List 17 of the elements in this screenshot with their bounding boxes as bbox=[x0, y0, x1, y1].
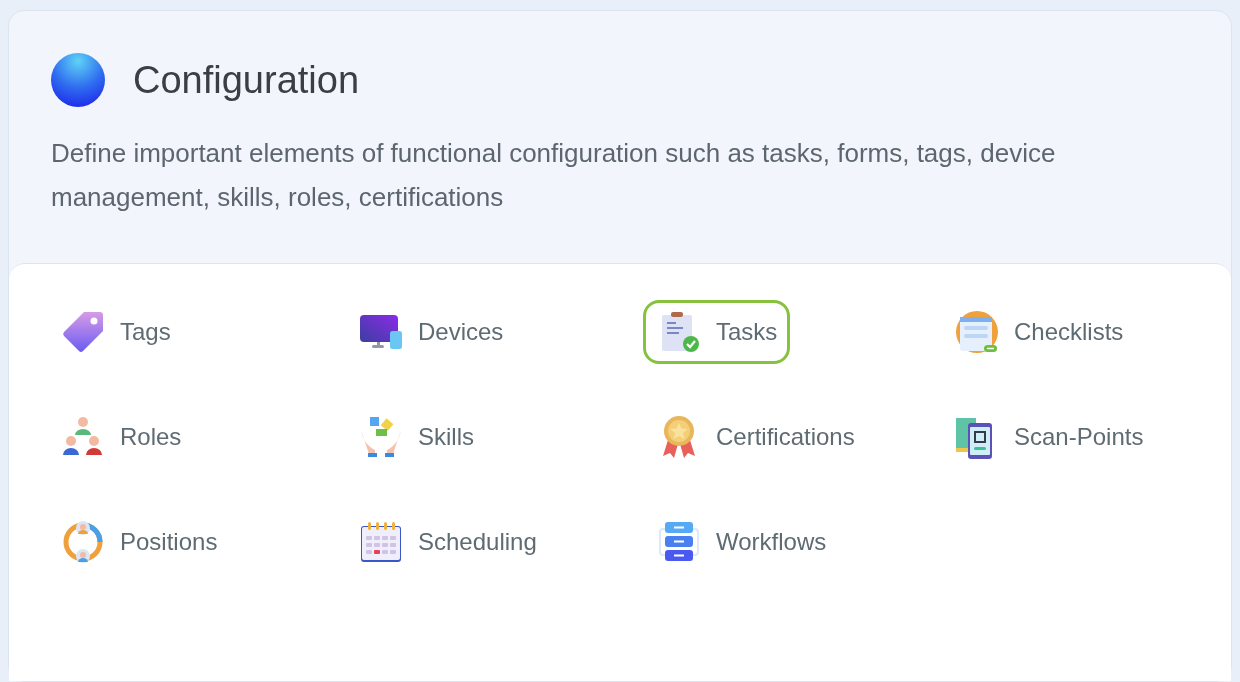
config-item[interactable]: Positions bbox=[47, 510, 231, 574]
description: Define important elements of functional configuration such as tasks, forms, tags, device management, skills, roles, certifications bbox=[51, 137, 1057, 214]
gradient-circle-icon bbox=[51, 53, 105, 107]
checklist-icon bbox=[954, 309, 1000, 355]
calendar-icon bbox=[358, 519, 404, 565]
config-item[interactable]: Workflows bbox=[643, 510, 840, 574]
page-title: Configuration bbox=[133, 58, 360, 102]
config-item[interactable]: Tags bbox=[47, 300, 184, 364]
config-item[interactable]: Scheduling bbox=[345, 510, 550, 574]
config-item[interactable]: Tasks bbox=[643, 300, 791, 364]
config-item[interactable]: Devices bbox=[345, 300, 517, 364]
config-item[interactable]: Certifications bbox=[643, 405, 868, 469]
config-item[interactable]: Scan-Points bbox=[941, 405, 1157, 469]
config-item[interactable]: Skills bbox=[345, 405, 487, 469]
config-item[interactable]: Roles bbox=[47, 405, 195, 469]
tag-icon bbox=[60, 309, 106, 355]
config-item[interactable]: Checklists bbox=[941, 300, 1137, 364]
